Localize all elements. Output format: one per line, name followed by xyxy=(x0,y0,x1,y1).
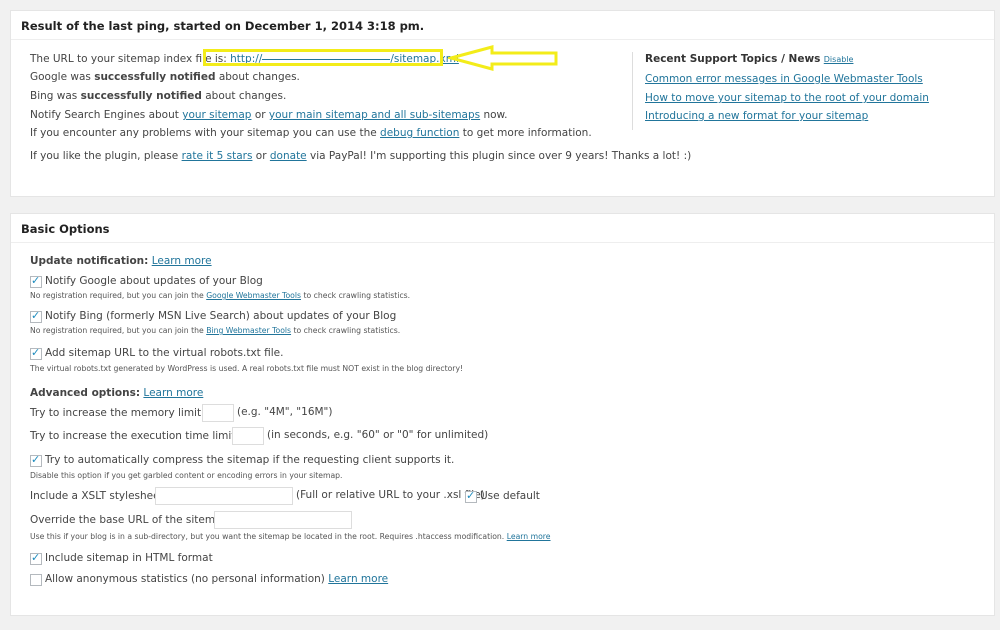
compress-note: Disable this option if you get garbled c… xyxy=(30,471,343,480)
ping-result-title: Result of the last ping, started on Dece… xyxy=(11,11,994,40)
notify-bing-label: Notify Bing (formerly MSN Live Search) a… xyxy=(45,310,397,322)
base-url-note: Use this if your blog is in a sub-direct… xyxy=(30,532,551,541)
xslt-hint: (Full or relative URL to your .xsl file) xyxy=(296,489,485,501)
advanced-learn-more-link[interactable]: Learn more xyxy=(143,387,203,399)
sitemap-url-intro: The URL to your sitemap index file is: xyxy=(30,53,227,65)
debug-function-link[interactable]: debug function xyxy=(380,127,459,139)
xslt-input[interactable] xyxy=(155,487,293,505)
use-default-checkbox[interactable] xyxy=(465,489,477,503)
time-hint: (in seconds, e.g. "60" or "0" for unlimi… xyxy=(267,429,489,441)
support-title: Recent Support Topics / News Disable xyxy=(645,53,854,65)
notify-bing-checkbox[interactable] xyxy=(30,309,42,323)
donate-link[interactable]: donate xyxy=(270,150,307,162)
support-link-3[interactable]: Introducing a new format for your sitema… xyxy=(645,110,868,122)
notify-line: Notify Search Engines about your sitemap… xyxy=(30,109,508,121)
html-format-checkbox[interactable] xyxy=(30,551,42,565)
xslt-label: Include a XSLT stylesheet: xyxy=(30,490,168,502)
all-sitemaps-link[interactable]: your main sitemap and all sub-sitemaps xyxy=(269,109,480,121)
arrow-icon xyxy=(448,45,558,71)
bing-status: Bing was successfully notified about cha… xyxy=(30,90,287,102)
advanced-options-line: Advanced options: Learn more xyxy=(30,387,204,399)
anon-stats-label: Allow anonymous statistics (no personal … xyxy=(45,573,389,585)
memory-input[interactable] xyxy=(202,404,234,422)
robots-checkbox[interactable] xyxy=(30,346,42,360)
your-sitemap-link[interactable]: your sitemap xyxy=(182,109,251,121)
time-label: Try to increase the execution time limit… xyxy=(30,430,253,442)
memory-label: Try to increase the memory limit to: xyxy=(30,407,219,419)
update-notification-line: Update notification: Learn more xyxy=(30,255,212,267)
sidebar-divider xyxy=(632,52,633,130)
base-url-input[interactable] xyxy=(214,511,352,529)
google-webmaster-link[interactable]: Google Webmaster Tools xyxy=(206,291,301,300)
disable-link[interactable]: Disable xyxy=(824,55,854,64)
notify-google-checkbox[interactable] xyxy=(30,274,42,288)
support-link-1[interactable]: Common error messages in Google Webmaste… xyxy=(645,73,923,85)
robots-label: Add sitemap URL to the virtual robots.tx… xyxy=(45,347,284,359)
support-link-2[interactable]: How to move your sitemap to the root of … xyxy=(645,92,929,104)
rate-link[interactable]: rate it 5 stars xyxy=(182,150,253,162)
highlight-box xyxy=(203,49,443,66)
html-format-label: Include sitemap in HTML format xyxy=(45,552,213,564)
update-learn-more-link[interactable]: Learn more xyxy=(152,255,212,267)
google-note: No registration required, but you can jo… xyxy=(30,291,411,300)
use-default-label: Use default xyxy=(480,490,540,502)
time-input[interactable] xyxy=(232,427,264,445)
basic-options-title: Basic Options xyxy=(11,214,994,243)
memory-hint: (e.g. "4M", "16M") xyxy=(237,406,333,418)
problems-line: If you encounter any problems with your … xyxy=(30,127,592,139)
base-url-learn-more-link[interactable]: Learn more xyxy=(507,532,551,541)
like-line: If you like the plugin, please rate it 5… xyxy=(30,150,692,162)
base-url-label: Override the base URL of the sitemap: xyxy=(30,514,232,526)
bing-note: No registration required, but you can jo… xyxy=(30,326,401,335)
robots-note: The virtual robots.txt generated by Word… xyxy=(30,364,464,373)
bing-webmaster-link[interactable]: Bing Webmaster Tools xyxy=(206,326,291,335)
anon-stats-checkbox[interactable] xyxy=(30,574,42,586)
compress-label: Try to automatically compress the sitema… xyxy=(45,454,455,466)
compress-checkbox[interactable] xyxy=(30,453,42,467)
google-status: Google was successfully notified about c… xyxy=(30,71,300,83)
anon-stats-learn-more-link[interactable]: Learn more xyxy=(328,573,388,585)
notify-google-label: Notify Google about updates of your Blog xyxy=(45,275,263,287)
